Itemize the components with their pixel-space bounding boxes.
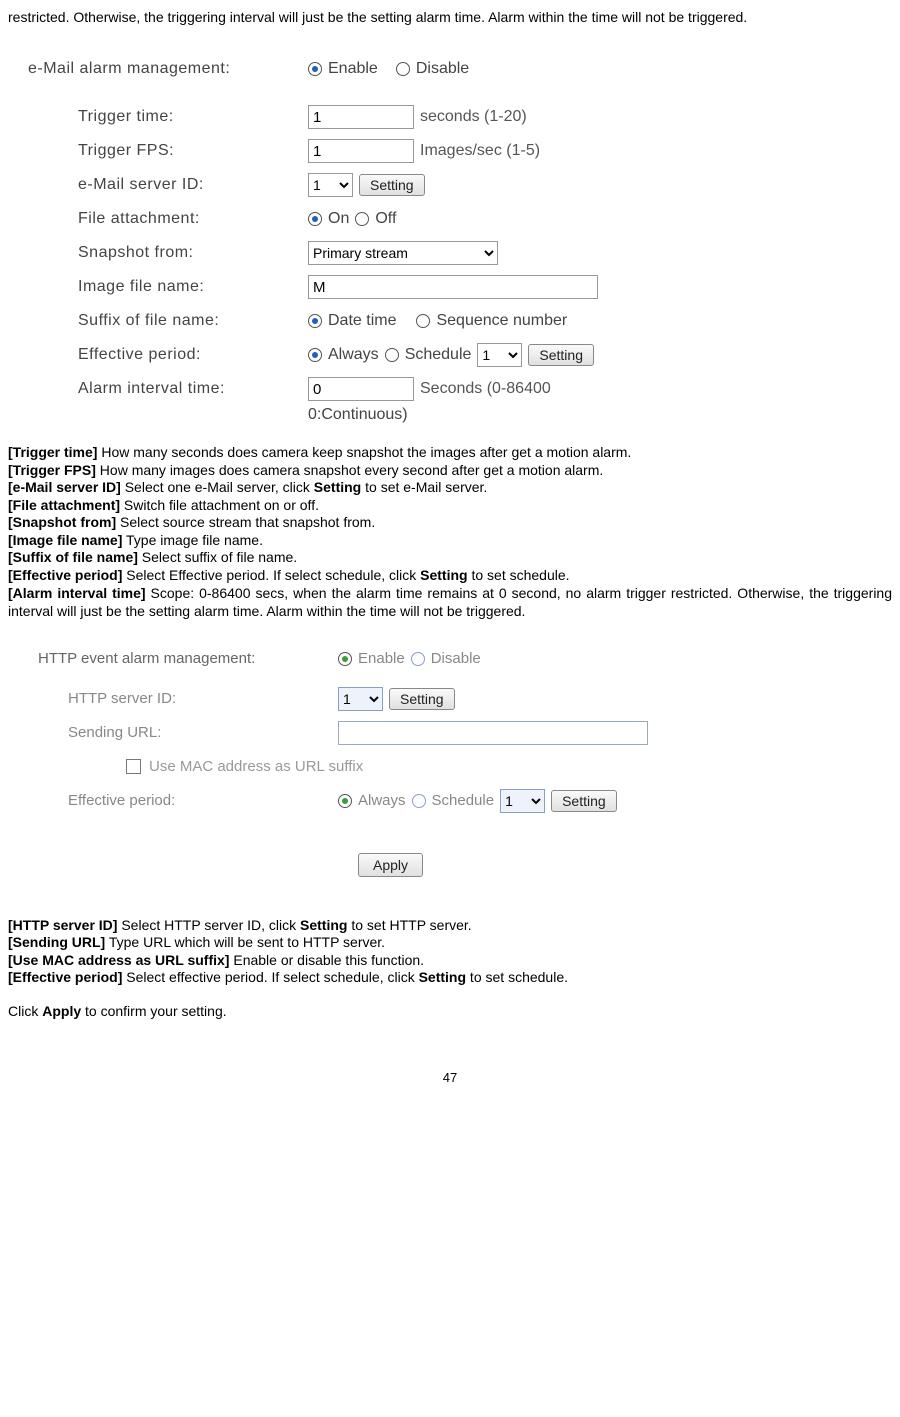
http-schedule-select[interactable]: 1 — [500, 789, 545, 813]
description-block-2: [HTTP server ID] Select HTTP server ID, … — [8, 917, 892, 1021]
suffix-file-name-label: Suffix of file name: — [28, 312, 308, 330]
email-mgmt-label: e-Mail alarm management: — [28, 60, 308, 78]
http-effective-label: Effective period: — [38, 792, 338, 809]
trigger-fps-label: Trigger FPS: — [28, 142, 308, 160]
file-attachment-label: File attachment: — [28, 210, 308, 228]
http-enable-radio[interactable] — [338, 652, 352, 666]
email-disable-radio[interactable] — [396, 62, 410, 76]
sending-url-label: Sending URL: — [38, 724, 338, 741]
file-off-radio[interactable] — [355, 212, 369, 226]
off-label: Off — [375, 210, 396, 228]
email-enable-radio[interactable] — [308, 62, 322, 76]
intro-paragraph: restricted. Otherwise, the triggering in… — [8, 8, 892, 26]
page-number: 47 — [8, 1070, 892, 1085]
trigger-time-input[interactable] — [308, 105, 414, 129]
alarm-interval-suffix: Seconds (0-86400 — [420, 380, 551, 398]
http-disable-radio[interactable] — [411, 652, 425, 666]
image-file-name-input[interactable] — [308, 275, 598, 299]
ep-schedule-radio[interactable] — [385, 348, 399, 362]
suffix-datetime-radio[interactable] — [308, 314, 322, 328]
ep-always-radio[interactable] — [308, 348, 322, 362]
http-server-id-select[interactable]: 1 — [338, 687, 383, 711]
seqnum-label: Sequence number — [436, 312, 567, 330]
disable-label: Disable — [416, 60, 469, 78]
http-ep-always-radio[interactable] — [338, 794, 352, 808]
email-server-id-label: e-Mail server ID: — [28, 176, 308, 194]
http-disable-label: Disable — [431, 650, 481, 667]
email-server-setting-button[interactable]: Setting — [359, 174, 425, 196]
alarm-interval-line2: 0:Continuous) — [308, 406, 872, 424]
snapshot-from-select[interactable]: Primary stream — [308, 241, 498, 265]
file-on-radio[interactable] — [308, 212, 322, 226]
email-server-id-select[interactable]: 1 — [308, 173, 353, 197]
trigger-time-label: Trigger time: — [28, 108, 308, 126]
http-server-setting-button[interactable]: Setting — [389, 688, 455, 710]
datetime-label: Date time — [328, 312, 396, 330]
schedule-label: Schedule — [405, 346, 472, 364]
trigger-fps-suffix: Images/sec (1-5) — [420, 142, 540, 160]
schedule-select[interactable]: 1 — [477, 343, 522, 367]
http-ep-schedule-radio[interactable] — [412, 794, 426, 808]
http-schedule-setting-button[interactable]: Setting — [551, 790, 617, 812]
description-block-1: [Trigger time] How many seconds does cam… — [8, 444, 892, 620]
snapshot-from-label: Snapshot from: — [28, 244, 308, 262]
alarm-interval-input[interactable] — [308, 377, 414, 401]
http-enable-label: Enable — [358, 650, 405, 667]
schedule-setting-button[interactable]: Setting — [528, 344, 594, 366]
http-mgmt-label: HTTP event alarm management: — [38, 650, 338, 667]
trigger-time-suffix: seconds (1-20) — [420, 108, 527, 126]
http-event-form: HTTP event alarm management: Enable Disa… — [38, 647, 872, 877]
alarm-interval-label: Alarm interval time: — [28, 380, 308, 398]
sending-url-input[interactable] — [338, 721, 648, 745]
enable-label: Enable — [328, 60, 378, 78]
apply-button[interactable]: Apply — [358, 853, 423, 877]
always-label: Always — [328, 346, 379, 364]
http-always-label: Always — [358, 792, 406, 809]
on-label: On — [328, 210, 349, 228]
image-file-name-label: Image file name: — [28, 278, 308, 296]
email-alarm-form: e-Mail alarm management: Enable Disable … — [28, 56, 872, 424]
trigger-fps-input[interactable] — [308, 139, 414, 163]
mac-suffix-checkbox[interactable] — [126, 759, 141, 774]
effective-period-label: Effective period: — [28, 346, 308, 364]
mac-suffix-label: Use MAC address as URL suffix — [149, 758, 363, 775]
http-server-id-label: HTTP server ID: — [38, 690, 338, 707]
http-schedule-label: Schedule — [432, 792, 495, 809]
suffix-seqnum-radio[interactable] — [416, 314, 430, 328]
